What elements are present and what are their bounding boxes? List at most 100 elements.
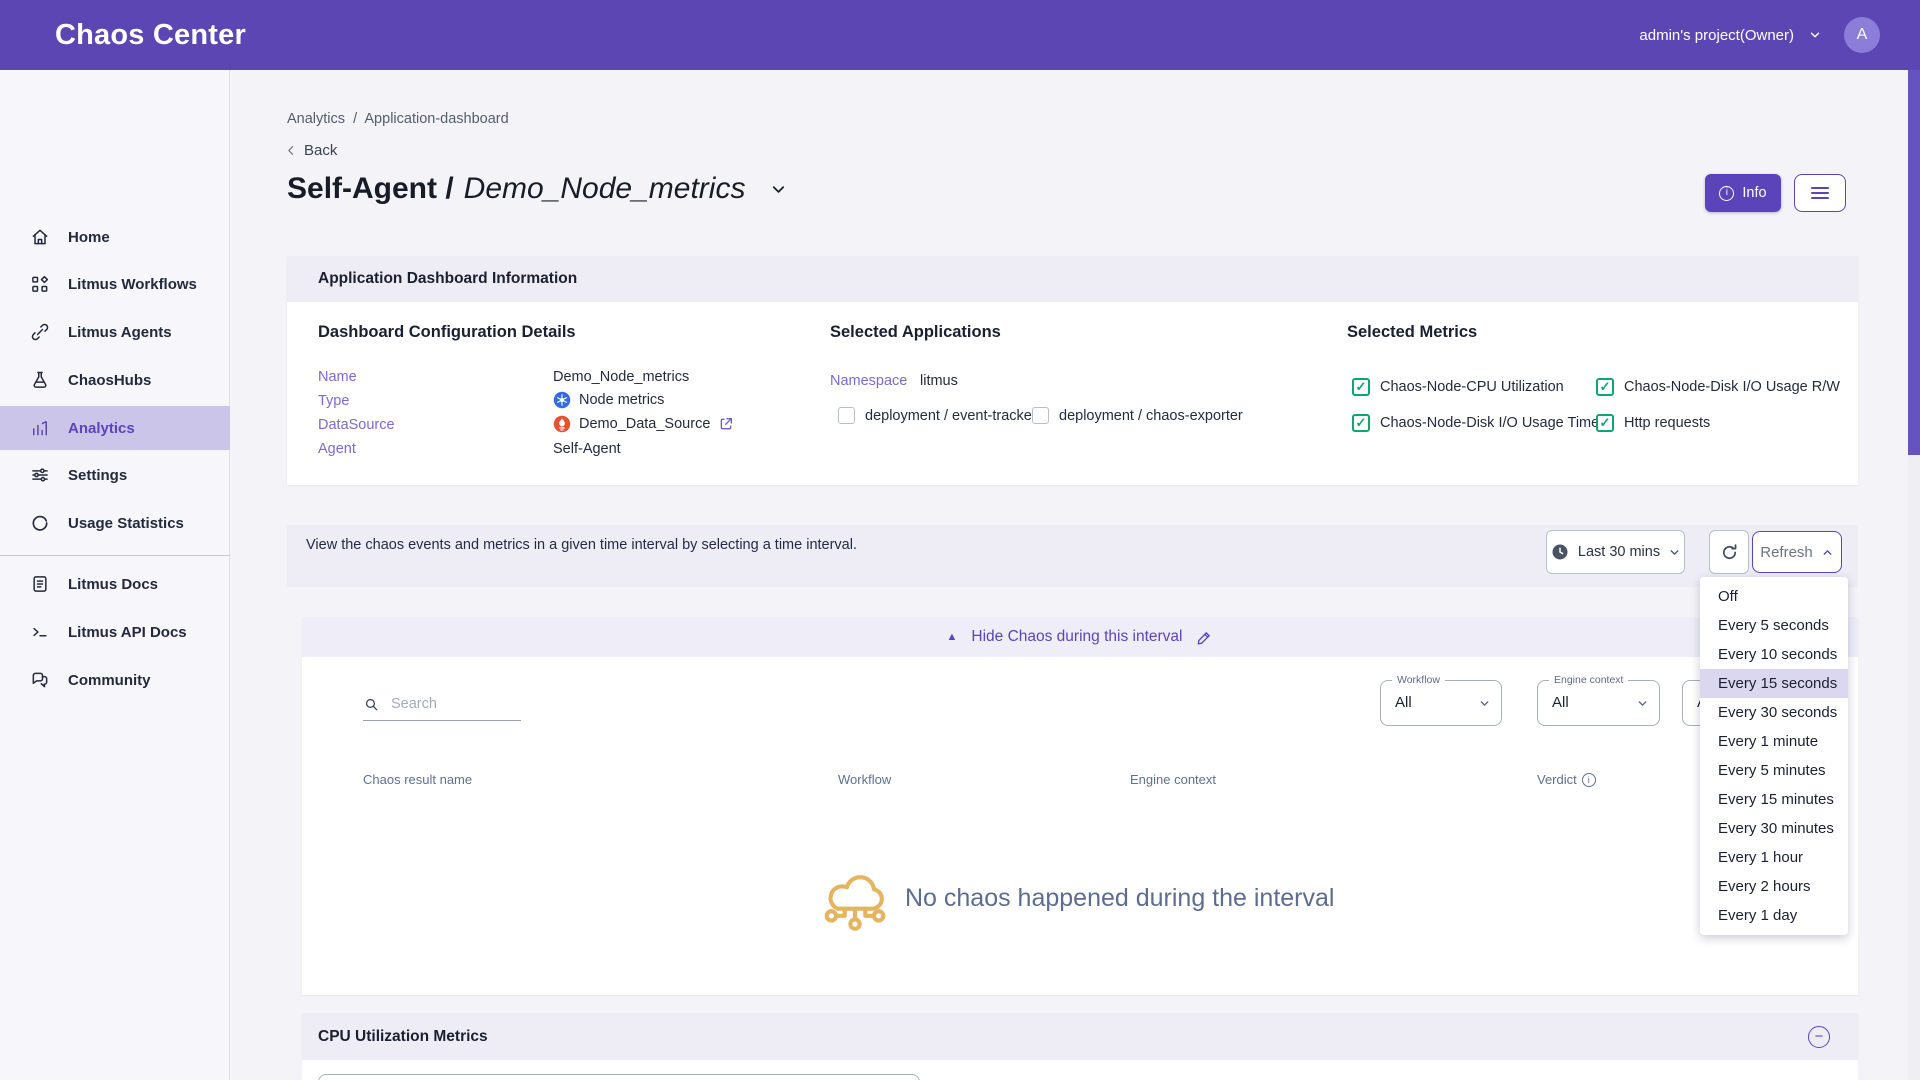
configuration-title: Dashboard Configuration Details — [318, 323, 576, 342]
metrics-title: Selected Metrics — [1347, 323, 1477, 342]
time-range-select[interactable]: Last 30 mins — [1546, 530, 1685, 574]
chaoshubs-icon — [30, 370, 50, 390]
refresh-option[interactable]: Every 5 seconds — [1700, 611, 1848, 640]
refresh-option[interactable]: Every 1 day — [1700, 901, 1848, 930]
settings-icon — [30, 465, 50, 485]
verdict-info-icon[interactable]: i — [1582, 773, 1596, 787]
metric-checkbox-disk-io-rw[interactable]: ✓ Chaos-Node-Disk I/O Usage R/W — [1596, 378, 1840, 396]
info-button[interactable]: i Info — [1705, 174, 1781, 212]
metric-checkbox-disk-io-times[interactable]: ✓ Chaos-Node-Disk I/O Usage Times — [1352, 414, 1606, 432]
chevron-down-icon — [1808, 28, 1822, 42]
config-value-agent: Self-Agent — [553, 441, 621, 457]
sidebar-item-litmus-docs[interactable]: Litmus Docs — [0, 562, 230, 606]
search-input[interactable] — [389, 695, 509, 713]
dashboard-menu-button[interactable] — [1794, 174, 1846, 212]
refresh-option[interactable]: Every 10 seconds — [1700, 640, 1848, 669]
sidebar-item-usage-statistics[interactable]: Usage Statistics — [0, 501, 230, 545]
refresh-option[interactable]: Every 15 minutes — [1700, 785, 1848, 814]
metric-checkbox-cpu-utilization[interactable]: ✓ Chaos-Node-CPU Utilization — [1352, 378, 1564, 396]
workflow-filter[interactable]: Workflow All — [1380, 680, 1502, 726]
application-checkbox-chaos-exporter[interactable]: deployment / chaos-exporter — [1032, 407, 1243, 424]
refresh-interval-button[interactable]: Refresh — [1752, 531, 1842, 573]
chaos-table-panel: ▲ Hide Chaos during this interval Workfl… — [302, 617, 1858, 995]
empty-state-message: No chaos happened during the interval — [905, 884, 1334, 913]
sidebar-item-settings[interactable]: Settings — [0, 453, 230, 497]
chevron-left-icon — [285, 144, 298, 157]
home-icon — [30, 227, 50, 247]
back-button[interactable]: Back — [285, 142, 337, 159]
config-label-datasource: DataSource — [318, 417, 395, 433]
sidebar-item-community[interactable]: Community — [0, 658, 230, 702]
collapse-triangle-icon: ▲ — [947, 631, 958, 643]
docs-icon — [30, 574, 50, 594]
edit-pencil-icon[interactable] — [1196, 629, 1213, 646]
scrollbar-thumb[interactable] — [1908, 70, 1920, 455]
engine-context-filter[interactable]: Engine context All — [1537, 680, 1660, 726]
collapse-minus-icon[interactable]: − — [1808, 1026, 1830, 1048]
chaos-center-app: Chaos Center admin's project(Owner) A Ho… — [0, 0, 1920, 1080]
app-header: Chaos Center admin's project(Owner) A — [0, 0, 1920, 70]
column-header-chaos-result-name: Chaos result name — [363, 772, 472, 787]
usage-statistics-icon — [30, 513, 50, 533]
refresh-icon — [1719, 542, 1740, 563]
project-switcher[interactable]: admin's project(Owner) — [1639, 27, 1822, 44]
sidebar-item-home[interactable]: Home — [0, 215, 230, 259]
community-icon — [30, 670, 50, 690]
column-header-verdict: Verdict i — [1537, 772, 1596, 787]
workflow-filter-value: All — [1395, 694, 1412, 711]
cpu-metrics-control[interactable] — [318, 1074, 920, 1080]
chevron-down-icon — [1668, 546, 1681, 559]
refresh-interval-menu: Off Every 5 seconds Every 10 seconds Eve… — [1700, 577, 1848, 935]
refresh-option[interactable]: Every 1 minute — [1700, 727, 1848, 756]
checkbox-checked-icon: ✓ — [1352, 414, 1370, 432]
engine-context-filter-value: All — [1552, 694, 1569, 711]
sidebar-divider — [0, 555, 230, 556]
avatar[interactable]: A — [1844, 17, 1880, 53]
refresh-now-button[interactable] — [1709, 530, 1749, 574]
refresh-option[interactable]: Every 2 hours — [1700, 872, 1848, 901]
chevron-up-icon — [1821, 546, 1834, 559]
refresh-option[interactable]: Every 5 minutes — [1700, 756, 1848, 785]
sidebar-item-analytics[interactable]: Analytics — [0, 406, 230, 450]
metric-checkbox-http-requests[interactable]: ✓ Http requests — [1596, 414, 1710, 432]
external-link-icon[interactable] — [718, 416, 734, 432]
checkbox-checked-icon: ✓ — [1352, 378, 1370, 396]
refresh-option[interactable]: Every 30 minutes — [1700, 814, 1848, 843]
dashboard-info-panel: Application Dashboard Information Dashbo… — [287, 256, 1858, 485]
breadcrumb: Analytics / Application-dashboard — [287, 111, 509, 127]
chevron-down-icon — [1636, 697, 1649, 710]
interval-description: View the chaos events and metrics in a g… — [306, 535, 866, 555]
sidebar-item-litmus-workflows[interactable]: Litmus Workflows — [0, 262, 230, 306]
app-title: Chaos Center — [55, 19, 246, 52]
namespace-label: Namespace — [830, 373, 907, 389]
refresh-option-selected[interactable]: Every 15 seconds — [1700, 669, 1848, 698]
workflows-icon — [30, 274, 50, 294]
sidebar-item-litmus-agents[interactable]: Litmus Agents — [0, 310, 230, 354]
agent-name: Self-Agent / — [287, 172, 454, 206]
config-label-type: Type — [318, 393, 349, 409]
refresh-option[interactable]: Every 1 hour — [1700, 843, 1848, 872]
dashboard-select-chevron-icon[interactable] — [769, 180, 788, 199]
config-value-datasource: Demo_Data_Source — [553, 415, 734, 433]
breadcrumb-analytics[interactable]: Analytics — [287, 111, 345, 127]
workflow-filter-label: Workflow — [1392, 674, 1445, 686]
interval-bar: View the chaos events and metrics in a g… — [287, 525, 1858, 587]
hamburger-icon — [1811, 187, 1829, 189]
checkbox-checked-icon: ✓ — [1596, 414, 1614, 432]
dashboard-info-header: Application Dashboard Information — [287, 256, 1858, 302]
prometheus-icon — [553, 415, 571, 433]
application-checkbox-event-tracker[interactable]: deployment / event-tracker — [838, 407, 1037, 424]
project-name: admin's project(Owner) — [1639, 27, 1794, 44]
refresh-option[interactable]: Every 30 seconds — [1700, 698, 1848, 727]
column-header-workflow: Workflow — [838, 772, 891, 787]
cpu-metrics-section-header: CPU Utilization Metrics − — [302, 1013, 1858, 1060]
analytics-icon — [30, 418, 50, 438]
sidebar-item-chaoshubs[interactable]: ChaosHubs — [0, 358, 230, 402]
sidebar-item-litmus-api-docs[interactable]: Litmus API Docs — [0, 610, 230, 654]
search-field — [363, 695, 521, 721]
checkbox-unchecked-icon — [1032, 407, 1049, 424]
hide-chaos-toggle[interactable]: ▲ Hide Chaos during this interval — [302, 617, 1858, 657]
refresh-option[interactable]: Off — [1700, 582, 1848, 611]
namespace-value: litmus — [920, 373, 958, 389]
breadcrumb-application-dashboard[interactable]: Application-dashboard — [364, 111, 508, 127]
